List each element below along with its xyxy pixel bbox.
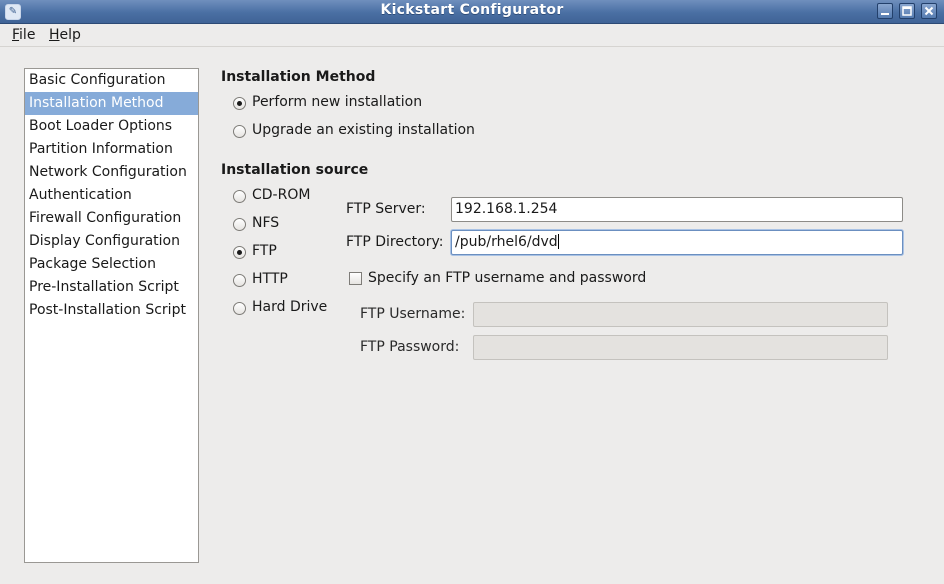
sidebar-item-boot-loader-options[interactable]: Boot Loader Options (25, 115, 198, 138)
ftp-password-label: FTP Password: (360, 339, 460, 355)
ftp-directory-input[interactable]: /pub/rhel6/dvd (451, 230, 903, 255)
radio-indicator[interactable] (233, 246, 246, 259)
radio-indicator[interactable] (233, 97, 246, 110)
sidebar-item-installation-method[interactable]: Installation Method (25, 92, 198, 115)
ftp-server-input[interactable]: 192.168.1.254 (451, 197, 903, 222)
radio-selected-dot (237, 101, 242, 106)
ftp-credentials-checkbox-label[interactable]: Specify an FTP username and password (368, 270, 646, 286)
text-caret (557, 234, 559, 249)
ftp-directory-label: FTP Directory: (346, 234, 444, 250)
radio-label: CD-ROM (252, 187, 311, 203)
ftp-credentials-checkbox[interactable] (349, 272, 362, 285)
radio-indicator[interactable] (233, 302, 246, 315)
menu-file[interactable]: File (12, 27, 35, 43)
close-icon (924, 6, 934, 16)
sidebar-item-partition-information[interactable]: Partition Information (25, 138, 198, 161)
menu-help-mnemonic: H (49, 27, 60, 43)
radio-label: HTTP (252, 271, 288, 287)
radio-label: FTP (252, 243, 277, 259)
radio-label: Hard Drive (252, 299, 328, 315)
menu-help-label: elp (59, 27, 81, 43)
installation-method-heading: Installation Method (221, 69, 376, 85)
ftp-username-label: FTP Username: (360, 306, 466, 322)
sidebar-item-display-configuration[interactable]: Display Configuration (25, 230, 198, 253)
minimize-icon (881, 13, 889, 15)
ftp-server-value: 192.168.1.254 (455, 201, 558, 217)
radio-indicator[interactable] (233, 274, 246, 287)
maximize-icon (902, 6, 912, 16)
window-title: Kickstart Configurator (380, 2, 564, 18)
sidebar-item-basic-configuration[interactable]: Basic Configuration (25, 69, 198, 92)
radio-label: Perform new installation (252, 94, 423, 110)
menu-file-label: ile (19, 27, 36, 43)
radio-label: NFS (252, 215, 280, 231)
sidebar-item-pre-installation-script[interactable]: Pre-Installation Script (25, 276, 198, 299)
ftp-password-input[interactable] (473, 335, 888, 360)
window-titlebar[interactable]: ✎ Kickstart Configurator (0, 0, 944, 24)
minimize-button[interactable] (877, 3, 893, 19)
close-button[interactable] (921, 3, 937, 19)
radio-indicator[interactable] (233, 218, 246, 231)
menu-file-mnemonic: F (12, 27, 20, 43)
ftp-username-input[interactable] (473, 302, 888, 327)
section-list: Basic Configuration Installation Method … (24, 68, 199, 563)
ftp-server-label: FTP Server: (346, 201, 426, 217)
radio-indicator[interactable] (233, 190, 246, 203)
sidebar-item-firewall-configuration[interactable]: Firewall Configuration (25, 207, 198, 230)
sidebar-item-authentication[interactable]: Authentication (25, 184, 198, 207)
radio-label: Upgrade an existing installation (252, 122, 475, 138)
installation-source-heading: Installation source (221, 162, 369, 178)
radio-selected-dot (237, 250, 242, 255)
sidebar-item-package-selection[interactable]: Package Selection (25, 253, 198, 276)
maximize-button[interactable] (899, 3, 915, 19)
sidebar-item-post-installation-script[interactable]: Post-Installation Script (25, 299, 198, 322)
ftp-directory-value: /pub/rhel6/dvd (455, 234, 558, 250)
menu-bar: File Help (0, 24, 944, 47)
sidebar-item-network-configuration[interactable]: Network Configuration (25, 161, 198, 184)
radio-indicator[interactable] (233, 125, 246, 138)
menu-help[interactable]: Help (49, 27, 81, 43)
